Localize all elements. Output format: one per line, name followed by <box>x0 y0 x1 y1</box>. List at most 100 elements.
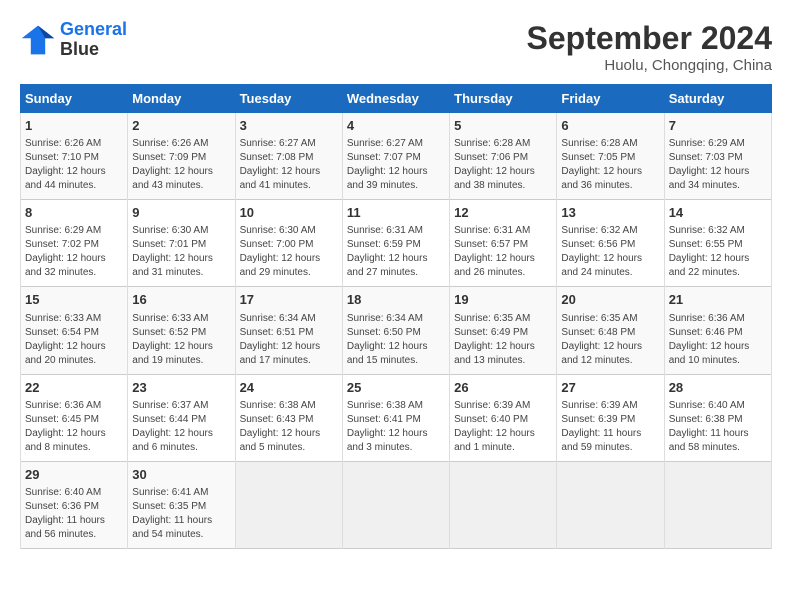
calendar-cell: 1 Sunrise: 6:26 AM Sunset: 7:10 PM Daylig… <box>21 113 128 200</box>
calendar-cell: 3 Sunrise: 6:27 AM Sunset: 7:08 PM Daylig… <box>235 113 342 200</box>
day-number: 16 <box>132 291 230 309</box>
day-info: Sunrise: 6:28 AM Sunset: 7:06 PM Dayligh… <box>454 137 552 193</box>
day-info: Sunrise: 6:37 AM Sunset: 6:44 PM Dayligh… <box>132 399 230 455</box>
calendar-cell: 23 Sunrise: 6:37 AM Sunset: 6:44 PM Dayli… <box>128 374 235 461</box>
weekday-header-row: SundayMondayTuesdayWednesdayThursdayFrid… <box>21 85 772 113</box>
day-number: 5 <box>454 117 552 135</box>
calendar-week-row: 29 Sunrise: 6:40 AM Sunset: 6:36 PM Dayli… <box>21 461 772 548</box>
calendar-cell <box>664 461 771 548</box>
day-number: 2 <box>132 117 230 135</box>
calendar-cell: 28 Sunrise: 6:40 AM Sunset: 6:38 PM Dayli… <box>664 374 771 461</box>
calendar-cell: 2 Sunrise: 6:26 AM Sunset: 7:09 PM Daylig… <box>128 113 235 200</box>
calendar-cell: 4 Sunrise: 6:27 AM Sunset: 7:07 PM Daylig… <box>342 113 449 200</box>
calendar-week-row: 1 Sunrise: 6:26 AM Sunset: 7:10 PM Daylig… <box>21 113 772 200</box>
day-number: 23 <box>132 379 230 397</box>
calendar-week-row: 22 Sunrise: 6:36 AM Sunset: 6:45 PM Dayli… <box>21 374 772 461</box>
day-info: Sunrise: 6:30 AM Sunset: 7:00 PM Dayligh… <box>240 224 338 280</box>
weekday-header-friday: Friday <box>557 85 664 113</box>
day-number: 24 <box>240 379 338 397</box>
weekday-header-thursday: Thursday <box>450 85 557 113</box>
weekday-header-monday: Monday <box>128 85 235 113</box>
day-number: 10 <box>240 204 338 222</box>
logo-icon <box>20 22 56 58</box>
day-number: 4 <box>347 117 445 135</box>
day-info: Sunrise: 6:39 AM Sunset: 6:39 PM Dayligh… <box>561 399 659 455</box>
day-number: 29 <box>25 466 123 484</box>
day-info: Sunrise: 6:35 AM Sunset: 6:49 PM Dayligh… <box>454 312 552 368</box>
calendar-cell: 24 Sunrise: 6:38 AM Sunset: 6:43 PM Dayli… <box>235 374 342 461</box>
calendar-cell: 16Sunrise: 6:33 AM Sunset: 6:52 PM Dayli… <box>128 287 235 374</box>
calendar-cell: 27 Sunrise: 6:39 AM Sunset: 6:39 PM Dayli… <box>557 374 664 461</box>
day-number: 3 <box>240 117 338 135</box>
day-number: 19 <box>454 291 552 309</box>
calendar-cell: 10 Sunrise: 6:30 AM Sunset: 7:00 PM Dayli… <box>235 200 342 287</box>
calendar-cell <box>450 461 557 548</box>
day-number: 28 <box>669 379 767 397</box>
weekday-header-sunday: Sunday <box>21 85 128 113</box>
day-number: 7 <box>669 117 767 135</box>
day-info: Sunrise: 6:26 AM Sunset: 7:10 PM Dayligh… <box>25 137 123 193</box>
day-number: 22 <box>25 379 123 397</box>
day-info: Sunrise: 6:32 AM Sunset: 6:56 PM Dayligh… <box>561 224 659 280</box>
day-info: Sunrise: 6:40 AM Sunset: 6:36 PM Dayligh… <box>25 486 123 542</box>
day-number: 20 <box>561 291 659 309</box>
month-title: September 2024 <box>527 20 772 57</box>
calendar-cell: 13 Sunrise: 6:32 AM Sunset: 6:56 PM Dayli… <box>557 200 664 287</box>
day-info: Sunrise: 6:29 AM Sunset: 7:02 PM Dayligh… <box>25 224 123 280</box>
calendar-week-row: 15 Sunrise: 6:33 AM Sunset: 6:54 PM Dayli… <box>21 287 772 374</box>
day-number: 8 <box>25 204 123 222</box>
calendar-cell: 9Sunrise: 6:30 AM Sunset: 7:01 PM Daylig… <box>128 200 235 287</box>
calendar-cell: 12Sunrise: 6:31 AM Sunset: 6:57 PM Dayli… <box>450 200 557 287</box>
logo-text: General Blue <box>60 20 127 60</box>
page-header: General Blue September 2024 Huolu, Chong… <box>20 20 772 74</box>
calendar-cell: 14Sunrise: 6:32 AM Sunset: 6:55 PM Dayli… <box>664 200 771 287</box>
day-number: 11 <box>347 204 445 222</box>
calendar-cell: 8 Sunrise: 6:29 AM Sunset: 7:02 PM Daylig… <box>21 200 128 287</box>
day-number: 6 <box>561 117 659 135</box>
calendar-cell: 5 Sunrise: 6:28 AM Sunset: 7:06 PM Daylig… <box>450 113 557 200</box>
calendar-cell: 11Sunrise: 6:31 AM Sunset: 6:59 PM Dayli… <box>342 200 449 287</box>
location-subtitle: Huolu, Chongqing, China <box>527 57 772 74</box>
calendar-cell: 15 Sunrise: 6:33 AM Sunset: 6:54 PM Dayli… <box>21 287 128 374</box>
day-info: Sunrise: 6:27 AM Sunset: 7:07 PM Dayligh… <box>347 137 445 193</box>
day-info: Sunrise: 6:38 AM Sunset: 6:43 PM Dayligh… <box>240 399 338 455</box>
day-info: Sunrise: 6:30 AM Sunset: 7:01 PM Dayligh… <box>132 224 230 280</box>
day-number: 21 <box>669 291 767 309</box>
day-number: 27 <box>561 379 659 397</box>
calendar-cell: 30Sunrise: 6:41 AM Sunset: 6:35 PM Dayli… <box>128 461 235 548</box>
day-info: Sunrise: 6:26 AM Sunset: 7:09 PM Dayligh… <box>132 137 230 193</box>
day-number: 15 <box>25 291 123 309</box>
day-info: Sunrise: 6:38 AM Sunset: 6:41 PM Dayligh… <box>347 399 445 455</box>
calendar-header: SundayMondayTuesdayWednesdayThursdayFrid… <box>21 85 772 113</box>
day-info: Sunrise: 6:36 AM Sunset: 6:45 PM Dayligh… <box>25 399 123 455</box>
calendar-cell <box>342 461 449 548</box>
day-info: Sunrise: 6:28 AM Sunset: 7:05 PM Dayligh… <box>561 137 659 193</box>
day-number: 25 <box>347 379 445 397</box>
day-number: 26 <box>454 379 552 397</box>
calendar-table: SundayMondayTuesdayWednesdayThursdayFrid… <box>20 84 772 549</box>
calendar-cell: 19 Sunrise: 6:35 AM Sunset: 6:49 PM Dayli… <box>450 287 557 374</box>
calendar-week-row: 8 Sunrise: 6:29 AM Sunset: 7:02 PM Daylig… <box>21 200 772 287</box>
day-info: Sunrise: 6:41 AM Sunset: 6:35 PM Dayligh… <box>132 486 230 542</box>
day-number: 18 <box>347 291 445 309</box>
calendar-cell: 7Sunrise: 6:29 AM Sunset: 7:03 PM Daylig… <box>664 113 771 200</box>
day-info: Sunrise: 6:27 AM Sunset: 7:08 PM Dayligh… <box>240 137 338 193</box>
weekday-header-tuesday: Tuesday <box>235 85 342 113</box>
day-info: Sunrise: 6:34 AM Sunset: 6:50 PM Dayligh… <box>347 312 445 368</box>
day-number: 13 <box>561 204 659 222</box>
day-number: 12 <box>454 204 552 222</box>
day-number: 17 <box>240 291 338 309</box>
day-number: 1 <box>25 117 123 135</box>
day-info: Sunrise: 6:32 AM Sunset: 6:55 PM Dayligh… <box>669 224 767 280</box>
day-info: Sunrise: 6:34 AM Sunset: 6:51 PM Dayligh… <box>240 312 338 368</box>
calendar-cell: 6 Sunrise: 6:28 AM Sunset: 7:05 PM Daylig… <box>557 113 664 200</box>
day-info: Sunrise: 6:39 AM Sunset: 6:40 PM Dayligh… <box>454 399 552 455</box>
calendar-cell: 22 Sunrise: 6:36 AM Sunset: 6:45 PM Dayli… <box>21 374 128 461</box>
day-info: Sunrise: 6:35 AM Sunset: 6:48 PM Dayligh… <box>561 312 659 368</box>
calendar-cell: 25 Sunrise: 6:38 AM Sunset: 6:41 PM Dayli… <box>342 374 449 461</box>
day-info: Sunrise: 6:33 AM Sunset: 6:54 PM Dayligh… <box>25 312 123 368</box>
logo: General Blue <box>20 20 127 60</box>
calendar-cell: 17 Sunrise: 6:34 AM Sunset: 6:51 PM Dayli… <box>235 287 342 374</box>
calendar-body: 1 Sunrise: 6:26 AM Sunset: 7:10 PM Daylig… <box>21 113 772 549</box>
day-info: Sunrise: 6:40 AM Sunset: 6:38 PM Dayligh… <box>669 399 767 455</box>
